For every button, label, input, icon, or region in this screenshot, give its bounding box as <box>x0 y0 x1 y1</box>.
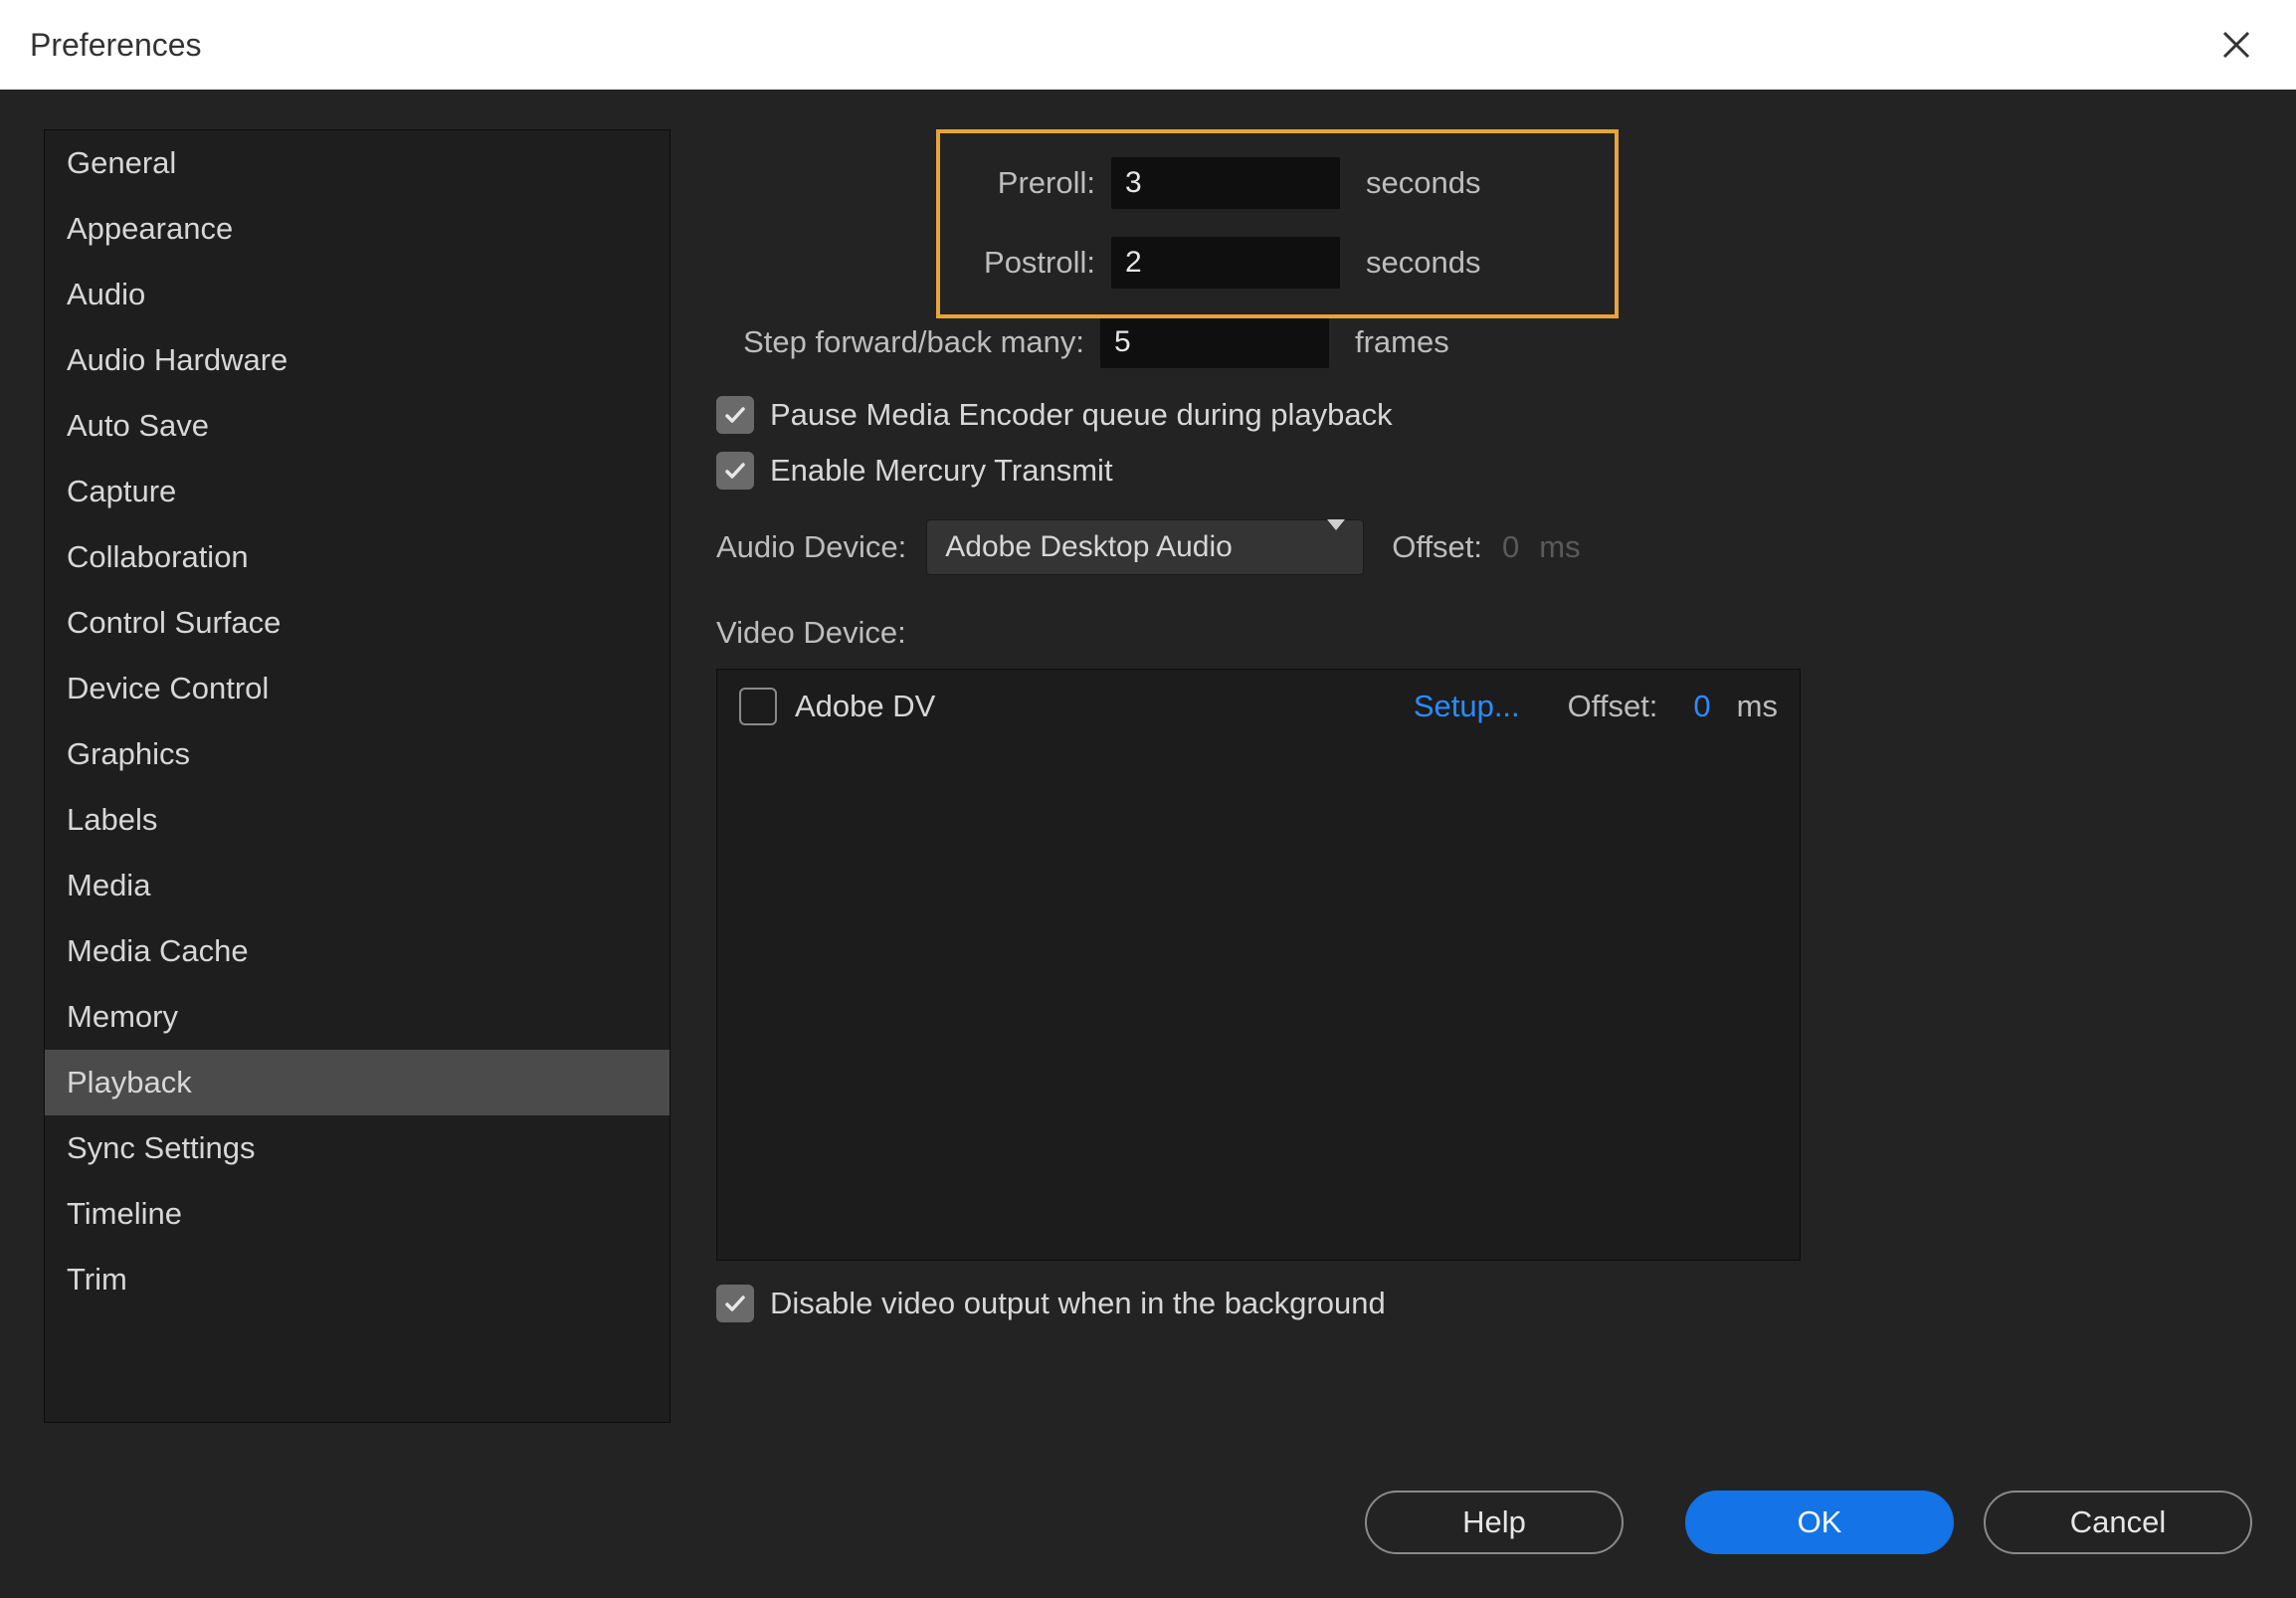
audio-device-value: Adobe Desktop Audio <box>945 530 1233 564</box>
category-sidebar: GeneralAppearanceAudioAudio HardwareAuto… <box>44 129 670 1423</box>
sidebar-item-collaboration[interactable]: Collaboration <box>45 524 670 590</box>
cancel-button[interactable]: Cancel <box>1984 1491 2252 1554</box>
preferences-panel: GeneralAppearanceAudioAudio HardwareAuto… <box>0 90 2296 1598</box>
audio-device-dropdown[interactable]: Adobe Desktop Audio <box>926 519 1364 575</box>
preroll-unit: seconds <box>1366 165 1480 201</box>
audio-offset-value[interactable]: 0 <box>1502 529 1519 565</box>
disable-bg-checkbox[interactable] <box>716 1285 754 1322</box>
video-device-checkbox[interactable] <box>739 688 777 725</box>
video-device-name: Adobe DV <box>795 689 1396 724</box>
sidebar-item-sync-settings[interactable]: Sync Settings <box>45 1115 670 1181</box>
close-icon <box>2221 30 2251 60</box>
sidebar-item-timeline[interactable]: Timeline <box>45 1181 670 1247</box>
postroll-row: Postroll: seconds <box>960 237 2252 289</box>
pause-encoder-row: Pause Media Encoder queue during playbac… <box>716 396 2252 434</box>
step-row: Step forward/back many: frames <box>716 316 2252 368</box>
check-icon <box>723 403 747 427</box>
disable-bg-label: Disable video output when in the backgro… <box>770 1286 1386 1321</box>
sidebar-item-audio[interactable]: Audio <box>45 262 670 327</box>
video-offset-value[interactable]: 0 <box>1693 689 1710 724</box>
check-icon <box>723 459 747 483</box>
ok-button[interactable]: OK <box>1685 1491 1954 1554</box>
postroll-input[interactable] <box>1111 237 1340 289</box>
button-bar: Help OK Cancel <box>1365 1491 2252 1554</box>
audio-offset-unit: ms <box>1539 529 1580 565</box>
sidebar-item-labels[interactable]: Labels <box>45 787 670 853</box>
enable-mercury-checkbox[interactable] <box>716 452 754 490</box>
playback-content: Preroll: seconds Postroll: seconds Step … <box>716 129 2252 1558</box>
postroll-unit: seconds <box>1366 245 1480 281</box>
video-device-setup-link[interactable]: Setup... <box>1414 689 1520 724</box>
pause-encoder-checkbox[interactable] <box>716 396 754 434</box>
enable-mercury-label: Enable Mercury Transmit <box>770 453 1113 489</box>
sidebar-item-general[interactable]: General <box>45 130 670 196</box>
sidebar-item-control-surface[interactable]: Control Surface <box>45 590 670 656</box>
chevron-down-icon <box>1327 530 1345 564</box>
sidebar-item-appearance[interactable]: Appearance <box>45 196 670 262</box>
sidebar-item-trim[interactable]: Trim <box>45 1247 670 1312</box>
enable-mercury-row: Enable Mercury Transmit <box>716 452 2252 490</box>
sidebar-item-media[interactable]: Media <box>45 853 670 918</box>
sidebar-item-playback[interactable]: Playback <box>45 1050 670 1115</box>
video-device-label: Video Device: <box>716 615 2252 651</box>
disable-bg-row: Disable video output when in the backgro… <box>716 1285 2252 1322</box>
sidebar-item-auto-save[interactable]: Auto Save <box>45 393 670 459</box>
pause-encoder-label: Pause Media Encoder queue during playbac… <box>770 397 1393 433</box>
video-offset-unit: ms <box>1737 689 1778 724</box>
video-device-list: Adobe DV Setup... Offset: 0 ms <box>716 669 1801 1261</box>
step-unit: frames <box>1355 324 1449 360</box>
close-button[interactable] <box>2206 15 2266 75</box>
preroll-label: Preroll: <box>960 165 1095 201</box>
sidebar-item-capture[interactable]: Capture <box>45 459 670 524</box>
step-label: Step forward/back many: <box>716 324 1084 360</box>
step-input[interactable] <box>1100 316 1329 368</box>
window-title: Preferences <box>30 27 202 64</box>
video-offset-label: Offset: <box>1568 689 1658 724</box>
help-button[interactable]: Help <box>1365 1491 1624 1554</box>
audio-offset-label: Offset: <box>1392 529 1482 565</box>
audio-device-row: Audio Device: Adobe Desktop Audio Offset… <box>716 519 2252 575</box>
sidebar-item-memory[interactable]: Memory <box>45 984 670 1050</box>
postroll-label: Postroll: <box>960 245 1095 281</box>
sidebar-item-graphics[interactable]: Graphics <box>45 721 670 787</box>
sidebar-item-media-cache[interactable]: Media Cache <box>45 918 670 984</box>
sidebar-item-audio-hardware[interactable]: Audio Hardware <box>45 327 670 393</box>
preroll-row: Preroll: seconds <box>960 157 2252 209</box>
check-icon <box>723 1292 747 1315</box>
audio-device-label: Audio Device: <box>716 529 906 565</box>
sidebar-item-device-control[interactable]: Device Control <box>45 656 670 721</box>
preroll-input[interactable] <box>1111 157 1340 209</box>
titlebar: Preferences <box>0 0 2296 90</box>
video-device-row: Adobe DV Setup... Offset: 0 ms <box>739 688 1778 725</box>
